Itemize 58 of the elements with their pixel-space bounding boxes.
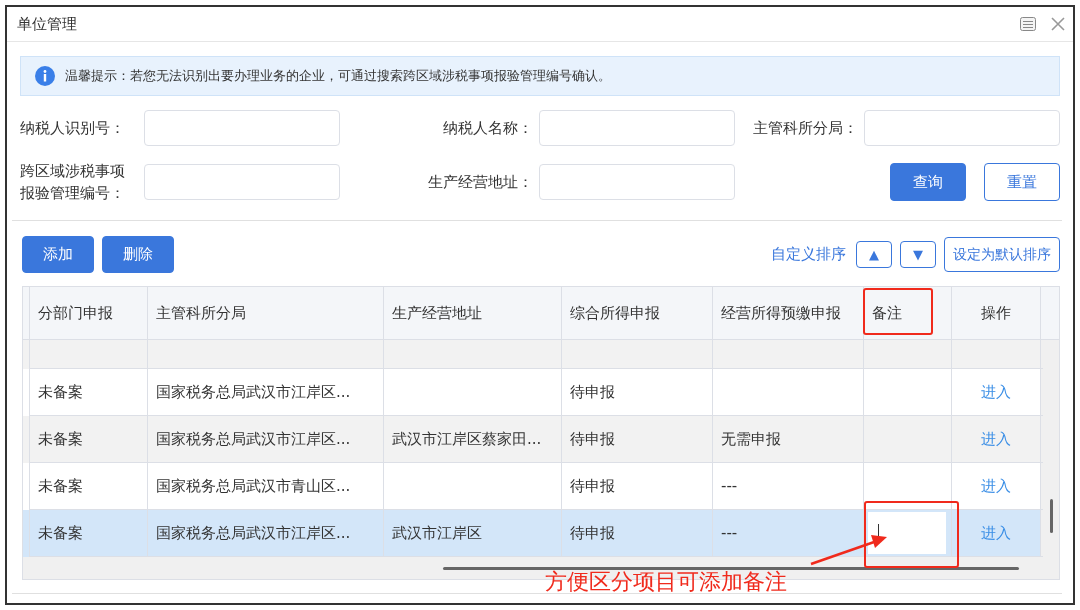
- table-cell: 待申报: [570, 523, 615, 543]
- enter-link[interactable]: 进入: [981, 523, 1011, 543]
- table-cell: 未备案: [38, 476, 83, 496]
- column-header: 主管科所分局: [148, 287, 384, 339]
- move-down-button[interactable]: ▼: [900, 241, 936, 268]
- table-cell: 未备案: [38, 429, 83, 449]
- table-cell: 待申报: [570, 476, 615, 496]
- table-cell: ---: [721, 524, 738, 542]
- move-up-button[interactable]: ▲: [856, 241, 892, 268]
- field-label: 主管科所分局：: [753, 118, 858, 138]
- input-field[interactable]: [144, 164, 340, 200]
- window-layout-icon[interactable]: [1019, 16, 1037, 32]
- table-cell: ---: [721, 477, 738, 495]
- input-field[interactable]: [539, 164, 735, 200]
- table-cell: 未备案: [38, 382, 83, 402]
- table-cell: 国家税务总局武汉市青山区...: [156, 476, 351, 496]
- add-button[interactable]: 添加: [22, 236, 94, 273]
- column-header: 分部门申报: [30, 287, 148, 339]
- table-cell: 待申报: [570, 382, 615, 402]
- column-header: 备注: [864, 287, 952, 339]
- table-cell: 国家税务总局武汉市江岸区...: [156, 382, 351, 402]
- notice-text: 温馨提示：若您无法识别出要办理业务的企业，可通过搜索跨区域涉税事项报验管理编号确认。: [65, 67, 611, 85]
- delete-button[interactable]: 删除: [102, 236, 174, 273]
- note-input-field[interactable]: [868, 512, 946, 554]
- table-cell: 未备案: [38, 523, 83, 543]
- table-row[interactable]: 未备案 国家税务总局武汉市江岸区... 武汉市江岸区 待申报 --- 进入: [23, 510, 1043, 557]
- scrollbar-thumb[interactable]: [443, 566, 1019, 570]
- table-cell: 国家税务总局武汉市江岸区...: [156, 429, 351, 449]
- annotation-text: 方便区分项目可添加备注: [545, 568, 787, 596]
- reset-button[interactable]: 重置: [984, 163, 1060, 201]
- field-label: 跨区域涉税事项报验管理编号：: [20, 161, 126, 204]
- table-cell: 武汉市江岸区: [392, 523, 482, 543]
- table-cell: 无需申报: [721, 429, 781, 449]
- info-icon: [35, 66, 55, 86]
- table-row[interactable]: 未备案 国家税务总局武汉市江岸区... 待申报 进入: [23, 369, 1043, 416]
- enter-link[interactable]: 进入: [981, 476, 1011, 496]
- enter-link[interactable]: 进入: [981, 382, 1011, 402]
- table-cell: 国家税务总局武汉市江岸区...: [156, 523, 351, 543]
- input-field[interactable]: [539, 110, 735, 146]
- highlight-frame: [863, 288, 933, 335]
- column-header: 综合所得申报: [562, 287, 713, 339]
- field-label: 纳税人识别号：: [20, 118, 126, 138]
- input-field[interactable]: [144, 110, 340, 146]
- column-header: 生产经营地址: [384, 287, 562, 339]
- default-sort-button[interactable]: 设定为默认排序: [944, 237, 1060, 272]
- search-button[interactable]: 查询: [890, 163, 966, 201]
- window-title: 单位管理: [17, 14, 77, 34]
- table-cell: 待申报: [570, 429, 615, 449]
- enter-link[interactable]: 进入: [981, 429, 1011, 449]
- table-row[interactable]: 未备案 国家税务总局武汉市青山区... 待申报 --- 进入: [23, 463, 1043, 510]
- field-label: 纳税人名称：: [443, 118, 533, 138]
- field-label: 生产经营地址：: [428, 172, 533, 192]
- input-field[interactable]: [864, 110, 1060, 146]
- sort-label: 自定义排序: [771, 245, 846, 264]
- column-header: 经营所得预缴申报: [713, 287, 864, 339]
- close-icon[interactable]: [1051, 17, 1065, 31]
- scrollbar-thumb[interactable]: [1050, 499, 1053, 533]
- table-cell: 武汉市江岸区蔡家田...: [392, 429, 542, 449]
